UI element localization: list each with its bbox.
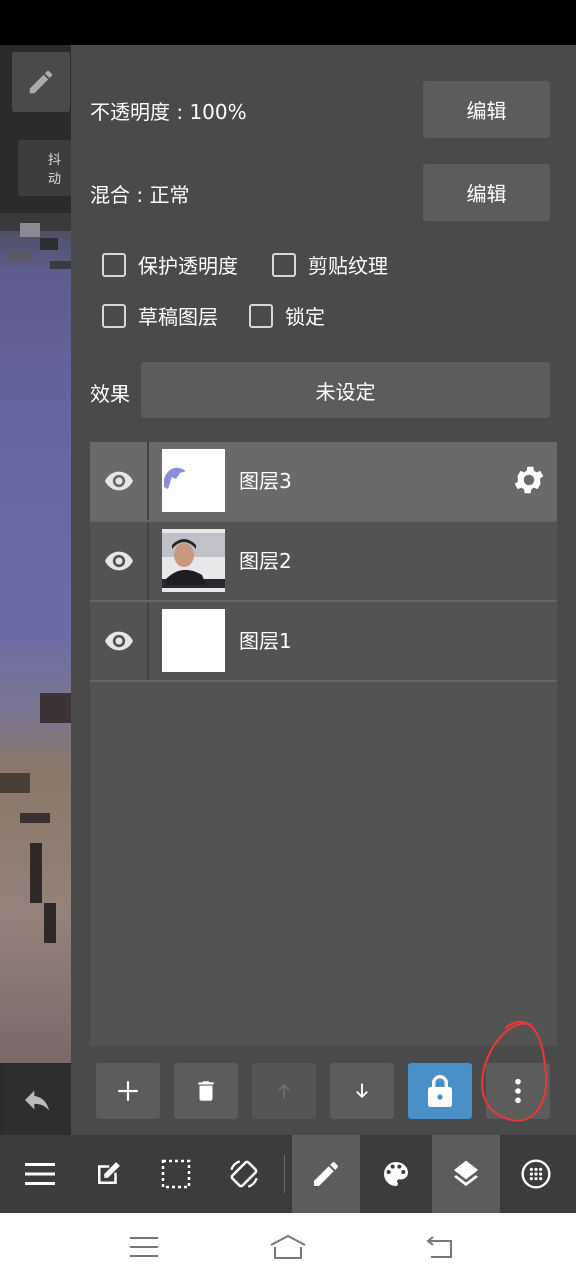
checkbox-box [249, 303, 273, 328]
checkbox-box [272, 252, 296, 277]
nav-back-button[interactable] [410, 1213, 470, 1280]
edit-button[interactable] [74, 1135, 142, 1213]
rotate-button[interactable] [210, 1135, 278, 1213]
layer-name: 图层3 [239, 469, 292, 493]
lock-icon [428, 1075, 452, 1107]
protect-alpha-checkbox[interactable]: 保护透明度 [102, 250, 238, 279]
layer-row[interactable]: 图层2 [90, 522, 557, 602]
eye-icon [104, 471, 133, 491]
undo-button[interactable] [3, 1065, 71, 1135]
move-layer-down-button[interactable] [330, 1063, 394, 1119]
move-layer-up-button[interactable] [252, 1063, 316, 1119]
canvas-tab-label: 抖动 [48, 153, 62, 187]
toolbar-divider [284, 1155, 285, 1193]
status-bar [0, 0, 576, 45]
canvas-artwork[interactable] [0, 213, 71, 1063]
dots-grid-icon [521, 1159, 551, 1189]
add-layer-button[interactable] [96, 1063, 160, 1119]
divider [147, 602, 149, 680]
checkbox-box [102, 303, 126, 328]
rotate-icon [230, 1160, 258, 1188]
layers-icon [454, 1160, 478, 1187]
pencil-icon [29, 70, 53, 94]
divider [147, 522, 149, 600]
delete-layer-button[interactable] [174, 1063, 238, 1119]
selection-button[interactable] [142, 1135, 210, 1213]
lock-checkbox[interactable]: 锁定 [249, 301, 325, 330]
pen-tool-tab[interactable] [292, 1135, 360, 1213]
back-icon [426, 1235, 452, 1258]
menu-button[interactable] [6, 1135, 74, 1213]
trash-icon [198, 1081, 214, 1101]
more-tools-button[interactable] [502, 1135, 570, 1213]
blend-label: 混合 : 正常 [90, 183, 190, 207]
effect-label: 效果 [90, 382, 130, 406]
eye-icon [104, 631, 133, 651]
color-palette-button[interactable] [362, 1135, 430, 1213]
layer-settings-button[interactable] [511, 462, 547, 502]
layer-name: 图层2 [239, 549, 292, 573]
blend-edit-button[interactable]: 编辑 [423, 164, 550, 221]
divider [147, 442, 149, 520]
menu-icon [25, 1163, 55, 1185]
draft-layer-label: 草稿图层 [138, 305, 218, 329]
protect-alpha-label: 保护透明度 [138, 254, 238, 278]
annotation-circle [481, 1020, 548, 1122]
edit-icon [98, 1162, 120, 1184]
visibility-toggle[interactable] [90, 522, 147, 600]
selection-icon [161, 1159, 191, 1189]
layer-list: 图层3 图层2 图层1 [90, 442, 557, 1046]
gear-icon [514, 466, 544, 494]
eye-icon [104, 551, 133, 571]
draft-layer-checkbox[interactable]: 草稿图层 [102, 301, 218, 330]
layer-thumbnail [162, 449, 225, 512]
bottom-toolbar [0, 1135, 576, 1213]
pen-tool-button[interactable] [12, 52, 70, 112]
opacity-edit-button[interactable]: 编辑 [423, 81, 550, 138]
lock-layer-button[interactable] [408, 1063, 472, 1119]
menu-icon [130, 1236, 158, 1257]
nav-home-button[interactable] [258, 1213, 318, 1280]
palette-icon [384, 1162, 408, 1186]
effect-button[interactable]: 未设定 [141, 362, 550, 418]
layer-name: 图层1 [239, 629, 292, 653]
lock-label: 锁定 [285, 305, 325, 329]
add-icon [118, 1081, 138, 1101]
layers-tab[interactable] [432, 1135, 500, 1213]
pen-icon [314, 1161, 339, 1186]
opacity-label: 不透明度 : 100% [90, 100, 247, 124]
visibility-toggle[interactable] [90, 442, 147, 520]
layer-row[interactable]: 图层1 [90, 602, 557, 682]
arrow-down-icon [356, 1083, 368, 1099]
layer-thumbnail [162, 529, 225, 592]
checkbox-box [102, 252, 126, 277]
clipping-label: 剪贴纹理 [308, 254, 388, 278]
undo-icon [25, 1090, 49, 1111]
layer-thumbnail [162, 609, 225, 672]
clipping-checkbox[interactable]: 剪贴纹理 [272, 250, 388, 279]
system-nav-bar [0, 1213, 576, 1280]
arrow-up-icon [278, 1083, 290, 1099]
home-icon [270, 1234, 306, 1259]
nav-menu-button[interactable] [114, 1213, 174, 1280]
layer-row[interactable]: 图层3 [90, 442, 557, 522]
canvas-tab[interactable]: 抖动 [18, 140, 71, 196]
divider [90, 680, 557, 682]
visibility-toggle[interactable] [90, 602, 147, 680]
